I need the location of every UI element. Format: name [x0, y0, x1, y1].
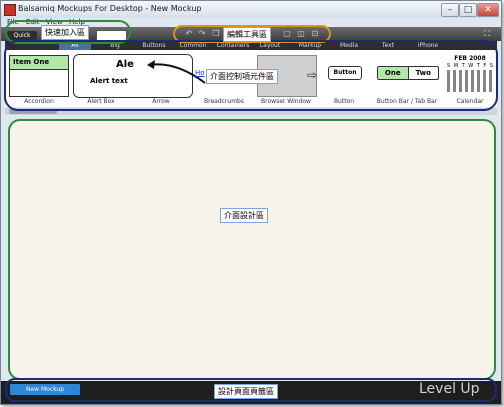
design-canvas[interactable] — [8, 119, 496, 380]
ui-controls-callout: 介面控制項元件區 — [206, 69, 278, 84]
title-bar: Balsamiq Mockups For Desktop - New Mocku… — [1, 1, 501, 18]
close-button[interactable]: ✕ — [477, 3, 499, 17]
fullscreen-icon[interactable]: ⛶ — [481, 29, 493, 39]
design-area-callout: 介面設計區 — [220, 208, 268, 223]
window-title: Balsamiq Mockups For Desktop - New Mocku… — [18, 4, 202, 13]
minimize-button[interactable]: – — [441, 3, 459, 17]
quick-add-callout: 快速加入區 — [41, 25, 89, 40]
maximize-button[interactable]: □ — [459, 3, 477, 17]
app-logo-icon — [4, 4, 16, 16]
edit-toolbar-callout: 編輯工具區 — [223, 27, 271, 42]
page-tabs-callout: 設計頁面頁籤區 — [214, 384, 278, 399]
app-window: Balsamiq Mockups For Desktop - New Mocku… — [0, 0, 502, 405]
